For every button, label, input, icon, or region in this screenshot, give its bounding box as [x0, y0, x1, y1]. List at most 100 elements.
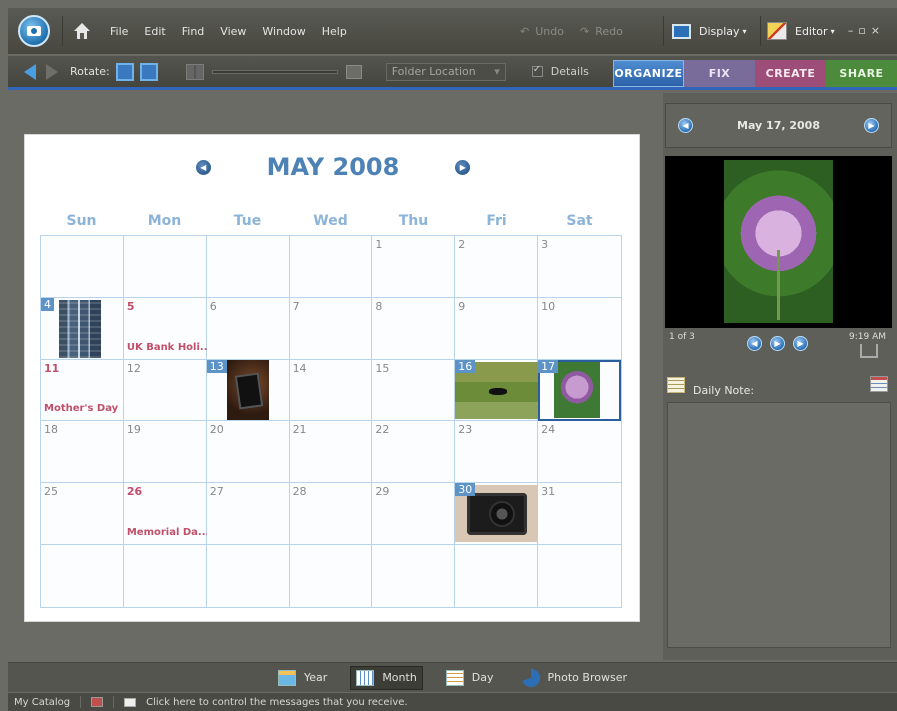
- calendar-day-cell[interactable]: 30: [455, 483, 539, 546]
- calendar-day-cell[interactable]: 31: [538, 483, 621, 546]
- calendar-day-cell[interactable]: 4: [41, 297, 124, 360]
- status-message[interactable]: Click here to control the messages that …: [146, 697, 407, 708]
- calendar-day-cell[interactable]: [455, 545, 539, 607]
- view-month-label: Month: [382, 671, 417, 684]
- maximize-icon[interactable]: ▫: [858, 24, 870, 37]
- calendar-day-cell[interactable]: [206, 236, 290, 298]
- holiday-event-label[interactable]: Mother's Day: [44, 403, 118, 414]
- rotate-right-icon[interactable]: [139, 62, 158, 81]
- photo-thumbnail[interactable]: [554, 361, 601, 418]
- display-button[interactable]: Display ▾: [663, 16, 747, 46]
- single-photo-view-icon[interactable]: [345, 64, 362, 79]
- view-year-button[interactable]: Year: [273, 667, 332, 689]
- menu-view[interactable]: View: [220, 25, 246, 38]
- menu-find[interactable]: Find: [182, 25, 205, 38]
- catalog-name[interactable]: My Catalog: [14, 697, 70, 708]
- editor-button[interactable]: Editor ▾: [760, 16, 835, 46]
- calendar-day-cell[interactable]: [206, 545, 290, 607]
- calendar-day-cell[interactable]: 17: [538, 359, 621, 422]
- calendar-day-cell[interactable]: 22: [372, 421, 456, 484]
- folder-location-select[interactable]: Folder Location: [385, 62, 506, 81]
- calendar-day-cell[interactable]: 26 Memorial Da...: [123, 483, 210, 546]
- close-icon[interactable]: ×: [871, 24, 885, 37]
- calendar-day-cell[interactable]: 20: [206, 421, 290, 484]
- thumbnail-size-slider[interactable]: [211, 69, 338, 74]
- view-month-button[interactable]: Month: [350, 665, 423, 690]
- binoculars-icon[interactable]: [860, 344, 878, 358]
- prev-photo-button[interactable]: ◀: [747, 336, 762, 351]
- calendar-day-cell[interactable]: 8: [372, 297, 456, 360]
- calendar-day-cell[interactable]: 10: [538, 297, 621, 360]
- menu-file[interactable]: File: [110, 25, 128, 38]
- calendar-day-cell[interactable]: [372, 545, 456, 607]
- calendar-day-cell[interactable]: 29: [372, 483, 456, 546]
- forward-arrow-icon[interactable]: [46, 63, 58, 80]
- message-icon[interactable]: [124, 697, 137, 707]
- divider: [113, 696, 115, 708]
- preview-photo[interactable]: [724, 160, 833, 323]
- home-button[interactable]: [62, 16, 92, 46]
- calendar-day-cell[interactable]: 15: [372, 359, 456, 422]
- calendar-day-cell[interactable]: 6: [206, 297, 290, 360]
- details-checkbox[interactable]: [531, 64, 543, 77]
- minimize-icon[interactable]: –: [848, 24, 859, 37]
- calendar-day-cell[interactable]: [123, 236, 207, 298]
- calendar-day-cell[interactable]: 16: [455, 359, 539, 422]
- calendar-day-cell[interactable]: 24: [538, 421, 621, 484]
- calendar-day-cell[interactable]: [289, 236, 373, 298]
- calendar-day-cell[interactable]: 19: [123, 421, 207, 484]
- tab-fix[interactable]: FIX: [684, 60, 755, 87]
- app-logo-icon[interactable]: [18, 15, 50, 47]
- rotate-left-icon[interactable]: [115, 62, 134, 81]
- calendar-day-cell[interactable]: 5 UK Bank Holi...: [123, 297, 211, 360]
- next-month-button[interactable]: ▶: [455, 159, 471, 175]
- holiday-event-label[interactable]: UK Bank Holi...: [127, 342, 211, 353]
- calendar-day-cell[interactable]: [41, 545, 124, 607]
- tab-create[interactable]: CREATE: [755, 60, 826, 87]
- calendar-day-cell[interactable]: [538, 545, 621, 607]
- calendar-day-cell[interactable]: 2: [455, 236, 539, 298]
- photo-thumbnail[interactable]: [226, 359, 269, 420]
- tab-share[interactable]: SHARE: [826, 60, 897, 87]
- calendar-day-cell[interactable]: [41, 236, 124, 298]
- calendar-day-cell[interactable]: 11 Mother's Day: [41, 359, 124, 422]
- play-button[interactable]: ▶: [770, 336, 785, 351]
- next-day-button[interactable]: ▶: [864, 118, 879, 133]
- redo-button[interactable]: ↷ Redo: [580, 25, 623, 38]
- calendar-day-cell[interactable]: 27: [206, 483, 290, 546]
- prev-month-button[interactable]: ◀: [195, 159, 211, 175]
- calendar-day-cell[interactable]: 23: [455, 421, 539, 484]
- prev-day-button[interactable]: ◀: [678, 118, 693, 133]
- calendar-day-cell[interactable]: 25: [41, 483, 124, 546]
- calendar-day-cell[interactable]: 18: [41, 421, 124, 484]
- view-day-button[interactable]: Day: [441, 667, 499, 689]
- undo-button[interactable]: ↶ Undo: [520, 25, 564, 38]
- menu-edit[interactable]: Edit: [144, 25, 165, 38]
- thumbnail-size-icon[interactable]: [185, 63, 204, 80]
- undo-icon: ↶: [520, 24, 530, 38]
- details-toggle[interactable]: Details: [531, 64, 589, 78]
- calendar-day-cell[interactable]: [123, 545, 207, 607]
- photo-thumbnail[interactable]: [59, 299, 101, 358]
- calendar-day-cell[interactable]: 28: [289, 483, 373, 546]
- next-photo-button[interactable]: ▶: [793, 336, 808, 351]
- calendar-note-icon[interactable]: [870, 376, 888, 392]
- photo-browser-button[interactable]: Photo Browser: [517, 666, 632, 690]
- calendar-day-cell[interactable]: 12: [123, 359, 207, 422]
- calendar-day-cell[interactable]: 21: [289, 421, 373, 484]
- calendar-day-cell[interactable]: 9: [455, 297, 539, 360]
- calendar-day-cell[interactable]: [289, 545, 373, 607]
- calendar-day-cell[interactable]: 14: [289, 359, 373, 422]
- menu-help[interactable]: Help: [322, 25, 347, 38]
- catalog-status-icon[interactable]: [91, 697, 104, 707]
- menu-window[interactable]: Window: [262, 25, 305, 38]
- calendar-day-cell[interactable]: 7: [289, 297, 373, 360]
- back-arrow-icon[interactable]: [24, 63, 36, 80]
- holiday-event-label[interactable]: Memorial Da...: [127, 527, 210, 538]
- day-number: 2: [458, 238, 466, 251]
- calendar-day-cell[interactable]: 1: [372, 236, 456, 298]
- tab-organize[interactable]: ORGANIZE: [613, 60, 684, 87]
- calendar-day-cell[interactable]: 3: [538, 236, 621, 298]
- daily-note-textarea[interactable]: [667, 402, 891, 648]
- calendar-day-cell[interactable]: 13: [206, 359, 290, 422]
